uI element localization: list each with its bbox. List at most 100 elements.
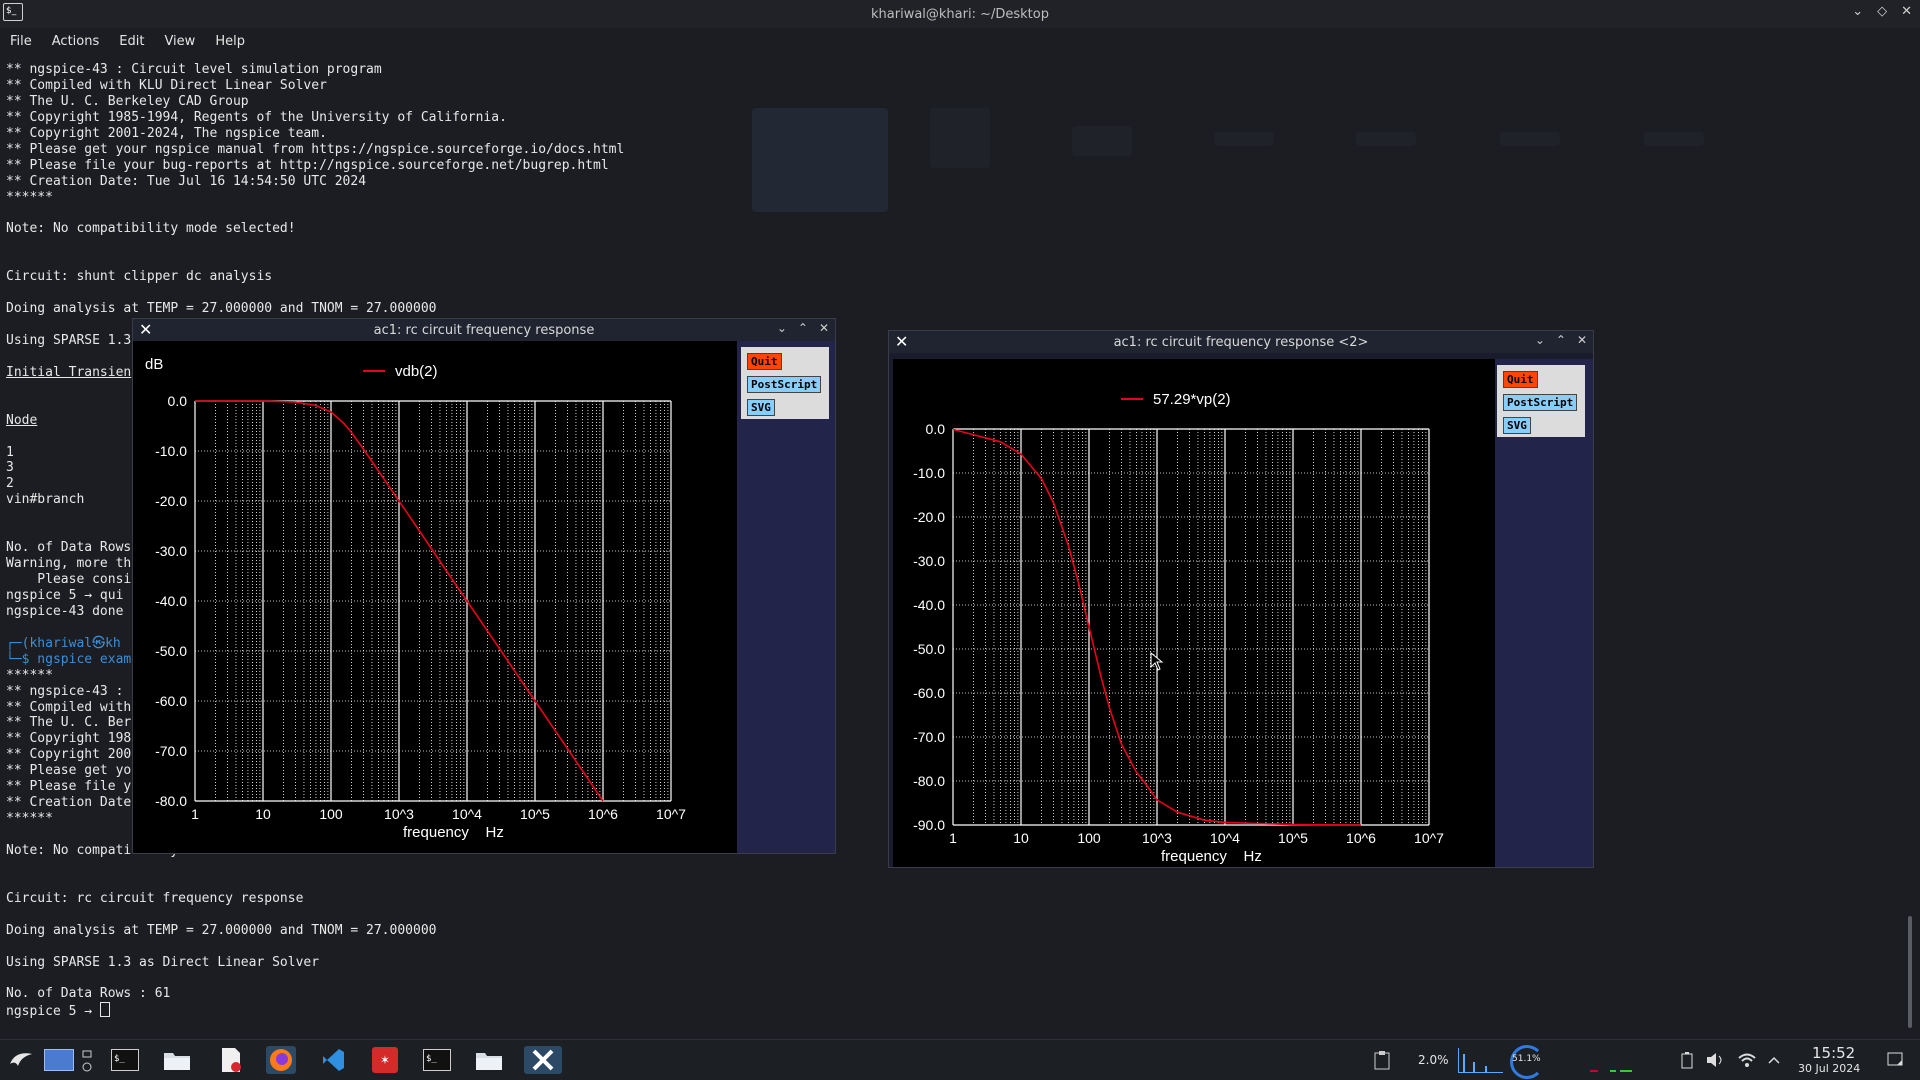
legend-label: vdb(2) bbox=[395, 363, 438, 380]
terminal-titlebar: $_ khariwal@khari: ~/Desktop ⌄ ◇ ✕ bbox=[0, 0, 1920, 28]
y-axis-label: dB bbox=[145, 356, 163, 373]
x-tick-label: 10^7 bbox=[656, 806, 686, 822]
wifi-icon[interactable] bbox=[1736, 1046, 1758, 1074]
svg-button[interactable]: SVG bbox=[1503, 417, 1531, 434]
terminal-scrollbar[interactable] bbox=[1908, 916, 1912, 1028]
terminal-line: ** Creation Date: Tue Jul 16 14:54:50 UT… bbox=[6, 173, 367, 189]
x-tick-label: 10^4 bbox=[452, 806, 482, 822]
x-tick-label: 10^7 bbox=[1414, 830, 1444, 846]
plot-window-vdb[interactable]: ✕ ac1: rc circuit frequency response ⌄ ⌃… bbox=[132, 318, 836, 854]
terminal-line: ** The U. C. Berkeley CAD Group bbox=[6, 93, 249, 109]
y-tick-label: -90.0 bbox=[913, 817, 945, 833]
terminal-line: Circuit: rc circuit frequency response bbox=[6, 890, 304, 906]
battery-percent: 51.1% bbox=[1512, 1054, 1541, 1064]
volume-icon[interactable] bbox=[1704, 1046, 1726, 1074]
cpu-usage[interactable]: 2.0% bbox=[1418, 1053, 1449, 1067]
menu-file[interactable]: File bbox=[0, 30, 42, 54]
terminal-line: ** Compiled with KLU Direct Linear Solve… bbox=[6, 77, 327, 93]
x11-app-icon[interactable] bbox=[524, 1046, 562, 1074]
y-tick-label: -30.0 bbox=[913, 553, 945, 569]
close-icon[interactable]: ✕ bbox=[819, 321, 829, 335]
terminal-line: ** ngspice-43 : Circuit level simulation… bbox=[6, 62, 382, 77]
minimize-icon[interactable]: ⌄ bbox=[1852, 4, 1863, 19]
terminal-app-icon[interactable]: $_ bbox=[110, 1046, 140, 1074]
y-tick-label: -50.0 bbox=[913, 641, 945, 657]
taskbar: $_ ✶ $_ 2.0% 51.1% 15:52 30 Jul 2024 bbox=[0, 1039, 1920, 1080]
y-tick-label: -10.0 bbox=[155, 443, 187, 459]
terminal-cursor bbox=[99, 1002, 110, 1018]
y-tick-label: -80.0 bbox=[913, 773, 945, 789]
plot-window-title: ac1: rc circuit frequency response bbox=[373, 322, 595, 338]
x-tick-label: 10 bbox=[255, 806, 271, 822]
text-editor-icon[interactable] bbox=[216, 1046, 246, 1074]
window-controls: ⌄ ◇ ✕ bbox=[1852, 4, 1912, 19]
quit-button[interactable]: Quit bbox=[747, 353, 782, 370]
file-manager-icon[interactable] bbox=[162, 1046, 192, 1074]
vscode-icon[interactable] bbox=[318, 1046, 348, 1074]
plot-window-phase[interactable]: ✕ ac1: rc circuit frequency response <2>… bbox=[888, 330, 1594, 868]
plot-area[interactable]: 1 10 100 10^3 10^4 10^5 10^6 10^7 0.0 -10.0 -20.0 -… bbox=[893, 359, 1495, 867]
terminal-app-icon-2[interactable]: $_ bbox=[422, 1046, 452, 1074]
terminal-line: Doing analysis at TEMP = 27.000000 and T… bbox=[6, 301, 437, 317]
close-icon[interactable]: ✕ bbox=[1577, 333, 1587, 347]
show-desktop-icon[interactable] bbox=[1884, 1046, 1906, 1074]
desktop-pager-icon[interactable] bbox=[42, 1046, 76, 1074]
y-tick-label: -70.0 bbox=[913, 729, 945, 745]
menu-edit[interactable]: Edit bbox=[109, 30, 154, 54]
network-activity-icon[interactable] bbox=[1580, 1070, 1640, 1074]
battery-icon[interactable] bbox=[1676, 1046, 1698, 1074]
svg-button[interactable]: SVG bbox=[747, 399, 775, 416]
x11-icon: ✕ bbox=[895, 332, 909, 351]
y-tick-label: -60.0 bbox=[913, 685, 945, 701]
x-tick-label: 10^5 bbox=[520, 806, 550, 822]
maximize-icon[interactable]: ⌃ bbox=[1556, 333, 1566, 347]
x-axis-label: frequency Hz bbox=[1161, 848, 1262, 865]
terminal-line: No. of Data Rows : 61 bbox=[6, 986, 171, 1002]
mouse-pointer-icon bbox=[1150, 652, 1164, 671]
menu-view[interactable]: View bbox=[154, 30, 205, 54]
terminal-line: ** Copyright 1985-1994, Regents of the U… bbox=[6, 109, 507, 125]
chart-phase: 1 10 100 10^3 10^4 10^5 10^6 10^7 0.0 -10.0 -20.0 -… bbox=[913, 391, 1444, 865]
y-tick-label: -60.0 bbox=[155, 693, 187, 709]
y-tick-label: -10.0 bbox=[913, 465, 945, 481]
maximize-icon[interactable]: ⌃ bbox=[798, 321, 808, 335]
plot-area[interactable]: 1 10 100 10^3 10^4 10^5 10^6 10^7 0.0 -10.0 -20.0 -… bbox=[133, 341, 737, 853]
plot-window-controls: ⌄ ⌃ ✕ bbox=[777, 321, 829, 335]
app-launcher-icon[interactable] bbox=[6, 1046, 36, 1074]
plot-window-titlebar[interactable]: ✕ ac1: rc circuit frequency response ⌄ ⌃… bbox=[133, 319, 835, 341]
pdf-reader-icon[interactable]: ✶ bbox=[370, 1046, 400, 1074]
x-tick-label: 10^4 bbox=[1210, 830, 1240, 846]
clipboard-icon[interactable] bbox=[1370, 1046, 1394, 1074]
y-tick-label: -20.0 bbox=[155, 493, 187, 509]
firefox-icon[interactable] bbox=[266, 1046, 296, 1074]
cpu-graph-icon[interactable] bbox=[1458, 1048, 1503, 1073]
postscript-button[interactable]: PostScript bbox=[747, 376, 822, 393]
postscript-button[interactable]: PostScript bbox=[1503, 394, 1578, 411]
lock-logout-icon[interactable] bbox=[80, 1046, 94, 1074]
menu-actions[interactable]: Actions bbox=[42, 30, 110, 54]
clock-time[interactable]: 15:52 bbox=[1812, 1044, 1855, 1062]
tray-expand-icon[interactable] bbox=[1764, 1046, 1784, 1074]
x-tick-label: 100 bbox=[1077, 830, 1101, 846]
maximize-icon[interactable]: ◇ bbox=[1877, 4, 1887, 19]
y-tick-label: -30.0 bbox=[155, 543, 187, 559]
file-manager-icon-2[interactable] bbox=[474, 1046, 504, 1074]
quit-button[interactable]: Quit bbox=[1503, 371, 1538, 388]
terminal-line: Note: No compatibility mode selected! bbox=[6, 221, 296, 237]
minimize-icon[interactable]: ⌄ bbox=[777, 321, 787, 335]
clock-date[interactable]: 30 Jul 2024 bbox=[1798, 1062, 1860, 1075]
plot-window-titlebar[interactable]: ✕ ac1: rc circuit frequency response <2>… bbox=[889, 331, 1593, 353]
legend-label: 57.29*vp(2) bbox=[1153, 391, 1231, 408]
x-tick-label: 100 bbox=[319, 806, 343, 822]
x-tick-label: 1 bbox=[949, 830, 957, 846]
terminal-line: ****** bbox=[6, 189, 53, 205]
menu-help[interactable]: Help bbox=[205, 30, 255, 54]
close-icon[interactable]: ✕ bbox=[1901, 4, 1912, 19]
terminal-line: ** Copyright 2001-2024, The ngspice team… bbox=[6, 125, 327, 141]
minimize-icon[interactable]: ⌄ bbox=[1535, 333, 1545, 347]
